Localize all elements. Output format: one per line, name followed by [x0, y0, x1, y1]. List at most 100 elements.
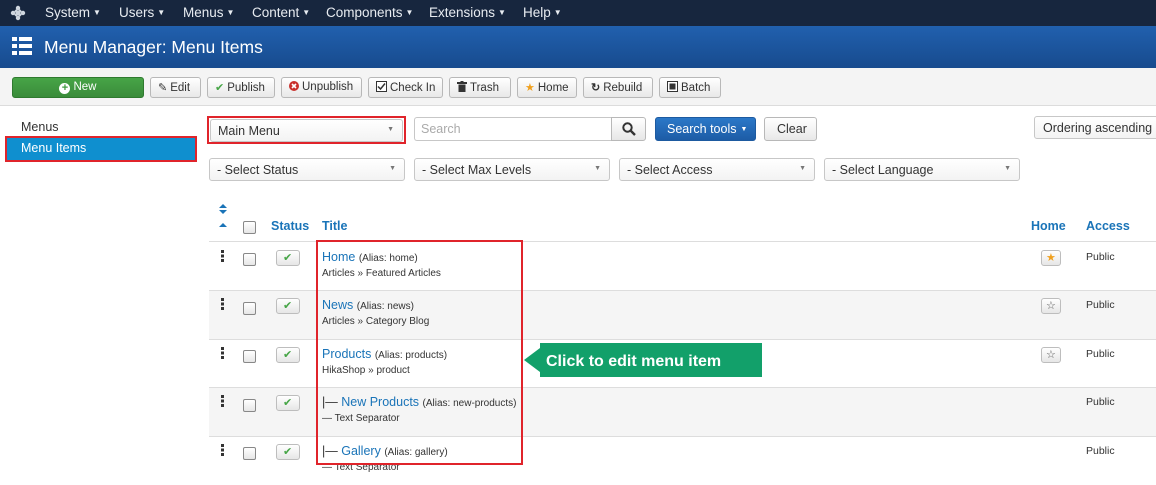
plus-circle-icon: + — [59, 83, 71, 94]
list-icon — [12, 37, 32, 55]
nav-extensions-label: Extensions — [429, 5, 496, 20]
select-all-checkbox[interactable] — [243, 221, 256, 234]
new-button-label: New — [73, 81, 97, 93]
edit-button[interactable]: ✎ Edit — [150, 77, 201, 98]
row-checkbox[interactable] — [243, 447, 256, 460]
column-header-access[interactable]: Access — [1086, 219, 1130, 233]
check-icon: ✔ — [283, 252, 293, 264]
drag-handle-icon[interactable] — [221, 395, 225, 407]
nav-menus[interactable]: Menus ▼ — [183, 5, 234, 20]
nav-menus-label: Menus — [183, 5, 224, 20]
trash-icon — [457, 81, 467, 94]
sort-icon[interactable] — [218, 204, 228, 230]
sidebar-highlight-box — [5, 136, 197, 162]
menu-select-highlight — [207, 116, 406, 144]
check-icon: ✔ — [283, 397, 293, 409]
caret-down-icon: ▼ — [157, 8, 166, 17]
status-toggle-button[interactable]: ✔ — [276, 395, 300, 411]
nav-system[interactable]: System ▼ — [45, 5, 101, 20]
star-icon: ★ — [1046, 252, 1056, 264]
status-filter-value: - Select Status — [217, 163, 299, 177]
home-button[interactable]: ★ Home — [517, 77, 577, 98]
page-header: Menu Manager: Menu Items — [0, 26, 1156, 68]
access-cell: Public — [1086, 445, 1115, 457]
joomla-logo-icon[interactable] — [10, 5, 26, 21]
clear-button[interactable]: Clear — [764, 117, 817, 141]
column-header-home[interactable]: Home — [1031, 219, 1066, 233]
nav-users[interactable]: Users ▼ — [119, 5, 165, 20]
star-outline-icon: ☆ — [1046, 300, 1056, 312]
batch-icon — [667, 81, 678, 94]
sidebar-item-menus[interactable]: Menus — [21, 120, 59, 134]
caret-down-icon: ▼ — [799, 165, 806, 172]
language-filter-select[interactable]: - Select Language ▼ — [824, 158, 1020, 181]
toolbar: + New ✎ Edit ✔ Publish Unpublish Check In T… — [0, 68, 1156, 106]
drag-handle-icon[interactable] — [221, 347, 225, 359]
nav-content-label: Content — [252, 5, 300, 20]
top-navbar: System ▼ Users ▼ Menus ▼ Content ▼ Component… — [0, 0, 1156, 26]
row-checkbox[interactable] — [243, 253, 256, 266]
refresh-icon: ↻ — [591, 82, 601, 94]
search-tools-button[interactable]: Search tools ▼ — [655, 117, 756, 141]
batch-button[interactable]: Batch — [659, 77, 721, 98]
check-icon: ✔ — [283, 300, 293, 312]
status-toggle-button[interactable]: ✔ — [276, 298, 300, 314]
check-icon: ✔ — [283, 349, 293, 361]
status-toggle-button[interactable]: ✔ — [276, 347, 300, 363]
rebuild-button[interactable]: ↻ Rebuild — [583, 77, 653, 98]
max-levels-filter-value: - Select Max Levels — [422, 163, 532, 177]
caret-down-icon: ▼ — [226, 8, 235, 17]
caret-down-icon: ▼ — [594, 165, 601, 172]
caret-down-icon: ▼ — [498, 8, 506, 17]
status-toggle-button[interactable]: ✔ — [276, 444, 300, 460]
nav-users-label: Users — [119, 5, 155, 20]
unpublish-button[interactable]: Unpublish — [281, 77, 362, 98]
check-in-button[interactable]: Check In — [368, 77, 443, 98]
column-header-title[interactable]: Title — [322, 219, 347, 233]
drag-handle-icon[interactable] — [221, 250, 225, 262]
access-filter-select[interactable]: - Select Access ▼ — [619, 158, 815, 181]
star-icon: ★ — [525, 82, 535, 94]
search-button[interactable] — [611, 117, 646, 141]
status-toggle-button[interactable]: ✔ — [276, 250, 300, 266]
nav-help-label: Help — [523, 5, 551, 20]
row-checkbox[interactable] — [243, 350, 256, 363]
rebuild-button-label: Rebuild — [603, 82, 643, 94]
check-icon: ✔ — [215, 82, 225, 94]
unpublish-button-label: Unpublish — [302, 81, 354, 93]
star-outline-icon: ☆ — [1046, 349, 1056, 361]
page-title: Menu Manager: Menu Items — [44, 37, 263, 57]
search-input[interactable]: Search — [414, 117, 612, 141]
nav-extensions[interactable]: Extensions ▼ — [429, 5, 506, 20]
drag-handle-icon[interactable] — [221, 444, 225, 456]
caret-down-icon: ▼ — [405, 8, 414, 17]
column-header-status[interactable]: Status — [271, 219, 309, 233]
nav-components-label: Components — [326, 5, 403, 20]
batch-button-label: Batch — [681, 82, 711, 94]
nav-components[interactable]: Components ▼ — [326, 5, 413, 20]
nav-content[interactable]: Content ▼ — [252, 5, 310, 20]
callout-arrow: Click to edit menu item — [524, 343, 762, 377]
new-button[interactable]: + New — [12, 77, 144, 98]
check-in-button-label: Check In — [390, 82, 436, 94]
callout-text: Click to edit menu item — [546, 353, 721, 370]
language-filter-value: - Select Language — [832, 163, 934, 177]
set-home-button[interactable]: ☆ — [1041, 347, 1061, 363]
nav-help[interactable]: Help ▼ — [523, 5, 562, 20]
publish-button-label: Publish — [227, 82, 265, 94]
trash-button[interactable]: Trash — [449, 77, 511, 98]
row-checkbox[interactable] — [243, 302, 256, 315]
status-filter-select[interactable]: - Select Status ▼ — [209, 158, 405, 181]
search-icon — [622, 122, 636, 136]
row-checkbox[interactable] — [243, 399, 256, 412]
ordering-select[interactable]: Ordering ascending — [1034, 116, 1156, 139]
default-home-button[interactable]: ★ — [1041, 250, 1061, 266]
publish-button[interactable]: ✔ Publish — [207, 77, 275, 98]
unpublish-icon — [289, 81, 299, 93]
access-filter-value: - Select Access — [627, 163, 713, 177]
max-levels-filter-select[interactable]: - Select Max Levels ▼ — [414, 158, 610, 181]
checkbox-icon — [376, 81, 387, 94]
caret-down-icon: ▼ — [553, 8, 562, 17]
drag-handle-icon[interactable] — [221, 298, 225, 310]
set-home-button[interactable]: ☆ — [1041, 298, 1061, 314]
